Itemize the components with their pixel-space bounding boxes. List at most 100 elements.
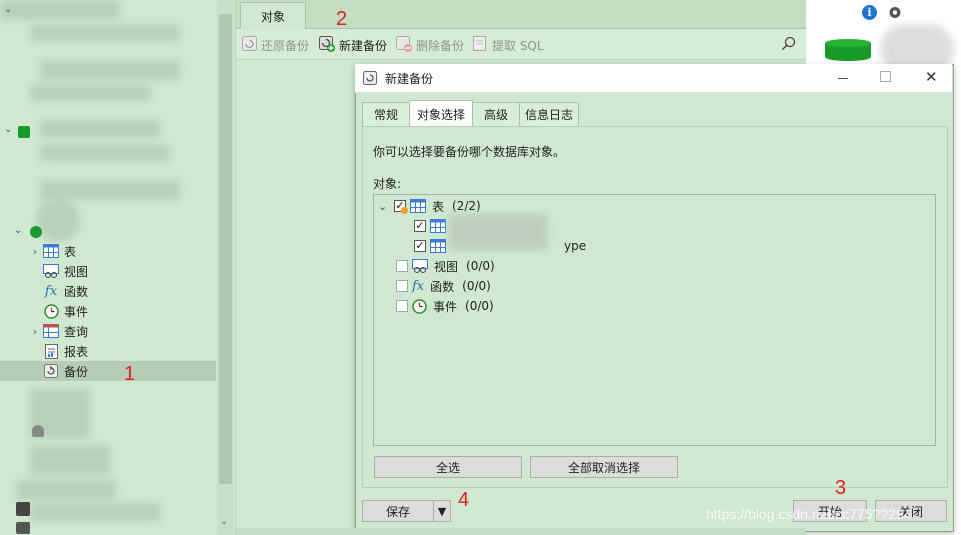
expand-chevron-icon[interactable]: ⌄ (4, 4, 12, 15)
restore-backup-button[interactable]: 还原备份 (242, 35, 309, 55)
new-backup-icon (319, 35, 335, 55)
toolbar-label: 提取 SQL (492, 38, 544, 53)
tree-node-table-child[interactable]: ✓ (414, 216, 452, 236)
expand-chevron-icon[interactable]: ⌄ (14, 225, 22, 236)
new-backup-button[interactable]: 新建备份 (319, 35, 387, 55)
extract-sql-button[interactable]: 提取 SQL (473, 35, 544, 55)
redacted-region (30, 503, 160, 521)
annotation-step-2: 2 (336, 8, 348, 30)
sidebar-item-label: 视图 (64, 264, 89, 279)
table-icon (410, 199, 426, 213)
status-strip (236, 528, 806, 535)
caret-down-icon: ▼ (437, 504, 447, 518)
views-checkbox[interactable] (396, 260, 408, 272)
scroll-down-icon[interactable]: ⌄ (220, 516, 228, 527)
annotation-step-3: 3 (835, 477, 847, 499)
node-label: 函数 (430, 279, 455, 294)
connection-icon (18, 126, 30, 138)
extract-sql-icon (473, 36, 488, 54)
sidebar-item-backup[interactable]: 备份 (0, 361, 216, 381)
chevron-right-icon[interactable]: › (28, 325, 42, 338)
watermark: https://blog.csdn.net/cc775??294 (706, 506, 912, 522)
connection-icon (16, 522, 30, 534)
redacted-region (16, 480, 116, 500)
table-child-checkbox[interactable]: ✓ (414, 240, 426, 252)
tab-info-log[interactable]: 信息日志 (519, 102, 579, 126)
redacted-region (0, 0, 120, 20)
redacted-region (36, 198, 80, 242)
node-label: ype (564, 239, 587, 253)
database-icon (32, 425, 44, 437)
button-label: 全选 (435, 460, 460, 475)
tree-node-functions[interactable]: fx 函数 (0/0) (396, 276, 491, 296)
events-checkbox[interactable] (396, 300, 408, 312)
sidebar-item-label: 表 (64, 244, 77, 259)
minimize-icon[interactable] (838, 78, 848, 79)
sidebar-item-events[interactable]: 事件 (28, 301, 216, 321)
sidebar-item-label: 函数 (64, 284, 89, 299)
backup-icon (363, 71, 377, 85)
dialog-title-bar: 新建备份 (355, 64, 952, 93)
deselect-all-button[interactable]: 全部取消选择 (530, 456, 678, 478)
sidebar-item-tables[interactable]: › 表 (28, 241, 216, 261)
button-label: 保存 (385, 504, 410, 519)
collapse-chevron-icon[interactable]: ⌄ (378, 200, 394, 213)
tab-objects[interactable]: 对象 (240, 2, 306, 29)
delete-backup-icon (396, 35, 412, 55)
tab-general[interactable]: 常规 (362, 102, 410, 126)
view-icon (412, 259, 428, 273)
function-icon: fx (412, 278, 425, 294)
restore-icon (242, 36, 257, 54)
sidebar-item-label: 查询 (64, 324, 89, 339)
search-icon[interactable] (781, 36, 796, 54)
tree-node-tables[interactable]: ⌄ ✓ 表 (2/2) (378, 196, 481, 216)
save-button[interactable]: 保存 (362, 500, 434, 522)
sidebar-item-functions[interactable]: fx 函数 (28, 281, 216, 301)
tree-node-events[interactable]: 事件 (0/0) (396, 296, 494, 316)
node-count: (0/0) (466, 259, 495, 273)
tree-node-table-child[interactable]: ✓ ype (414, 236, 586, 256)
sidebar-item-label: 备份 (64, 364, 89, 379)
sidebar-item-queries[interactable]: › 查询 (28, 321, 216, 341)
delete-backup-button[interactable]: 删除备份 (396, 35, 464, 55)
tables-checkbox[interactable]: ✓ (394, 200, 408, 214)
button-label: 全部取消选择 (567, 460, 640, 475)
info-icon[interactable]: i (862, 5, 877, 20)
toolbar-label: 还原备份 (261, 38, 310, 53)
tab-object-selection[interactable]: 对象选择 (409, 100, 473, 127)
tab-advanced[interactable]: 高级 (472, 102, 520, 126)
sidebar-scrollbar-thumb[interactable] (219, 14, 232, 484)
annotation-step-1: 1 (124, 363, 136, 385)
tree-node-views[interactable]: 视图 (0/0) (396, 256, 495, 276)
navigation-sidebar: ⌄ ⌄ ⌄ › 表 视图 fx 函数 事件 › 查询 报表 备份 (0, 0, 236, 535)
table-child-checkbox[interactable]: ✓ (414, 220, 426, 232)
eye-icon[interactable] (888, 6, 902, 22)
backup-icon (42, 363, 60, 379)
sidebar-item-label: 报表 (64, 344, 89, 359)
node-label: 视图 (434, 259, 459, 274)
select-all-button[interactable]: 全选 (374, 456, 522, 478)
redacted-region (40, 180, 180, 200)
node-label: 事件 (433, 299, 458, 314)
redacted-region (30, 25, 180, 41)
close-icon[interactable]: ✕ (925, 68, 938, 86)
tab-label: 对象 (260, 9, 285, 24)
table-icon (430, 239, 446, 253)
tab-label: 信息日志 (524, 108, 573, 122)
sidebar-item-views[interactable]: 视图 (28, 261, 216, 281)
function-icon: fx (44, 283, 58, 299)
chevron-right-icon[interactable]: › (28, 245, 42, 258)
database-icon (30, 226, 42, 238)
dialog-hint: 你可以选择要备份哪个数据库对象。 (373, 145, 566, 159)
expand-chevron-icon[interactable]: ⌄ (4, 124, 12, 135)
tab-label: 高级 (483, 108, 508, 122)
table-icon (42, 243, 60, 259)
functions-checkbox[interactable] (396, 280, 408, 292)
tab-label: 常规 (373, 108, 398, 122)
node-count: (2/2) (452, 199, 481, 213)
table-icon (430, 219, 446, 233)
save-options-dropdown[interactable]: ▼ (433, 500, 451, 522)
maximize-icon[interactable] (880, 71, 891, 82)
connection-icon (16, 502, 30, 516)
sidebar-item-reports[interactable]: 报表 (28, 341, 216, 361)
